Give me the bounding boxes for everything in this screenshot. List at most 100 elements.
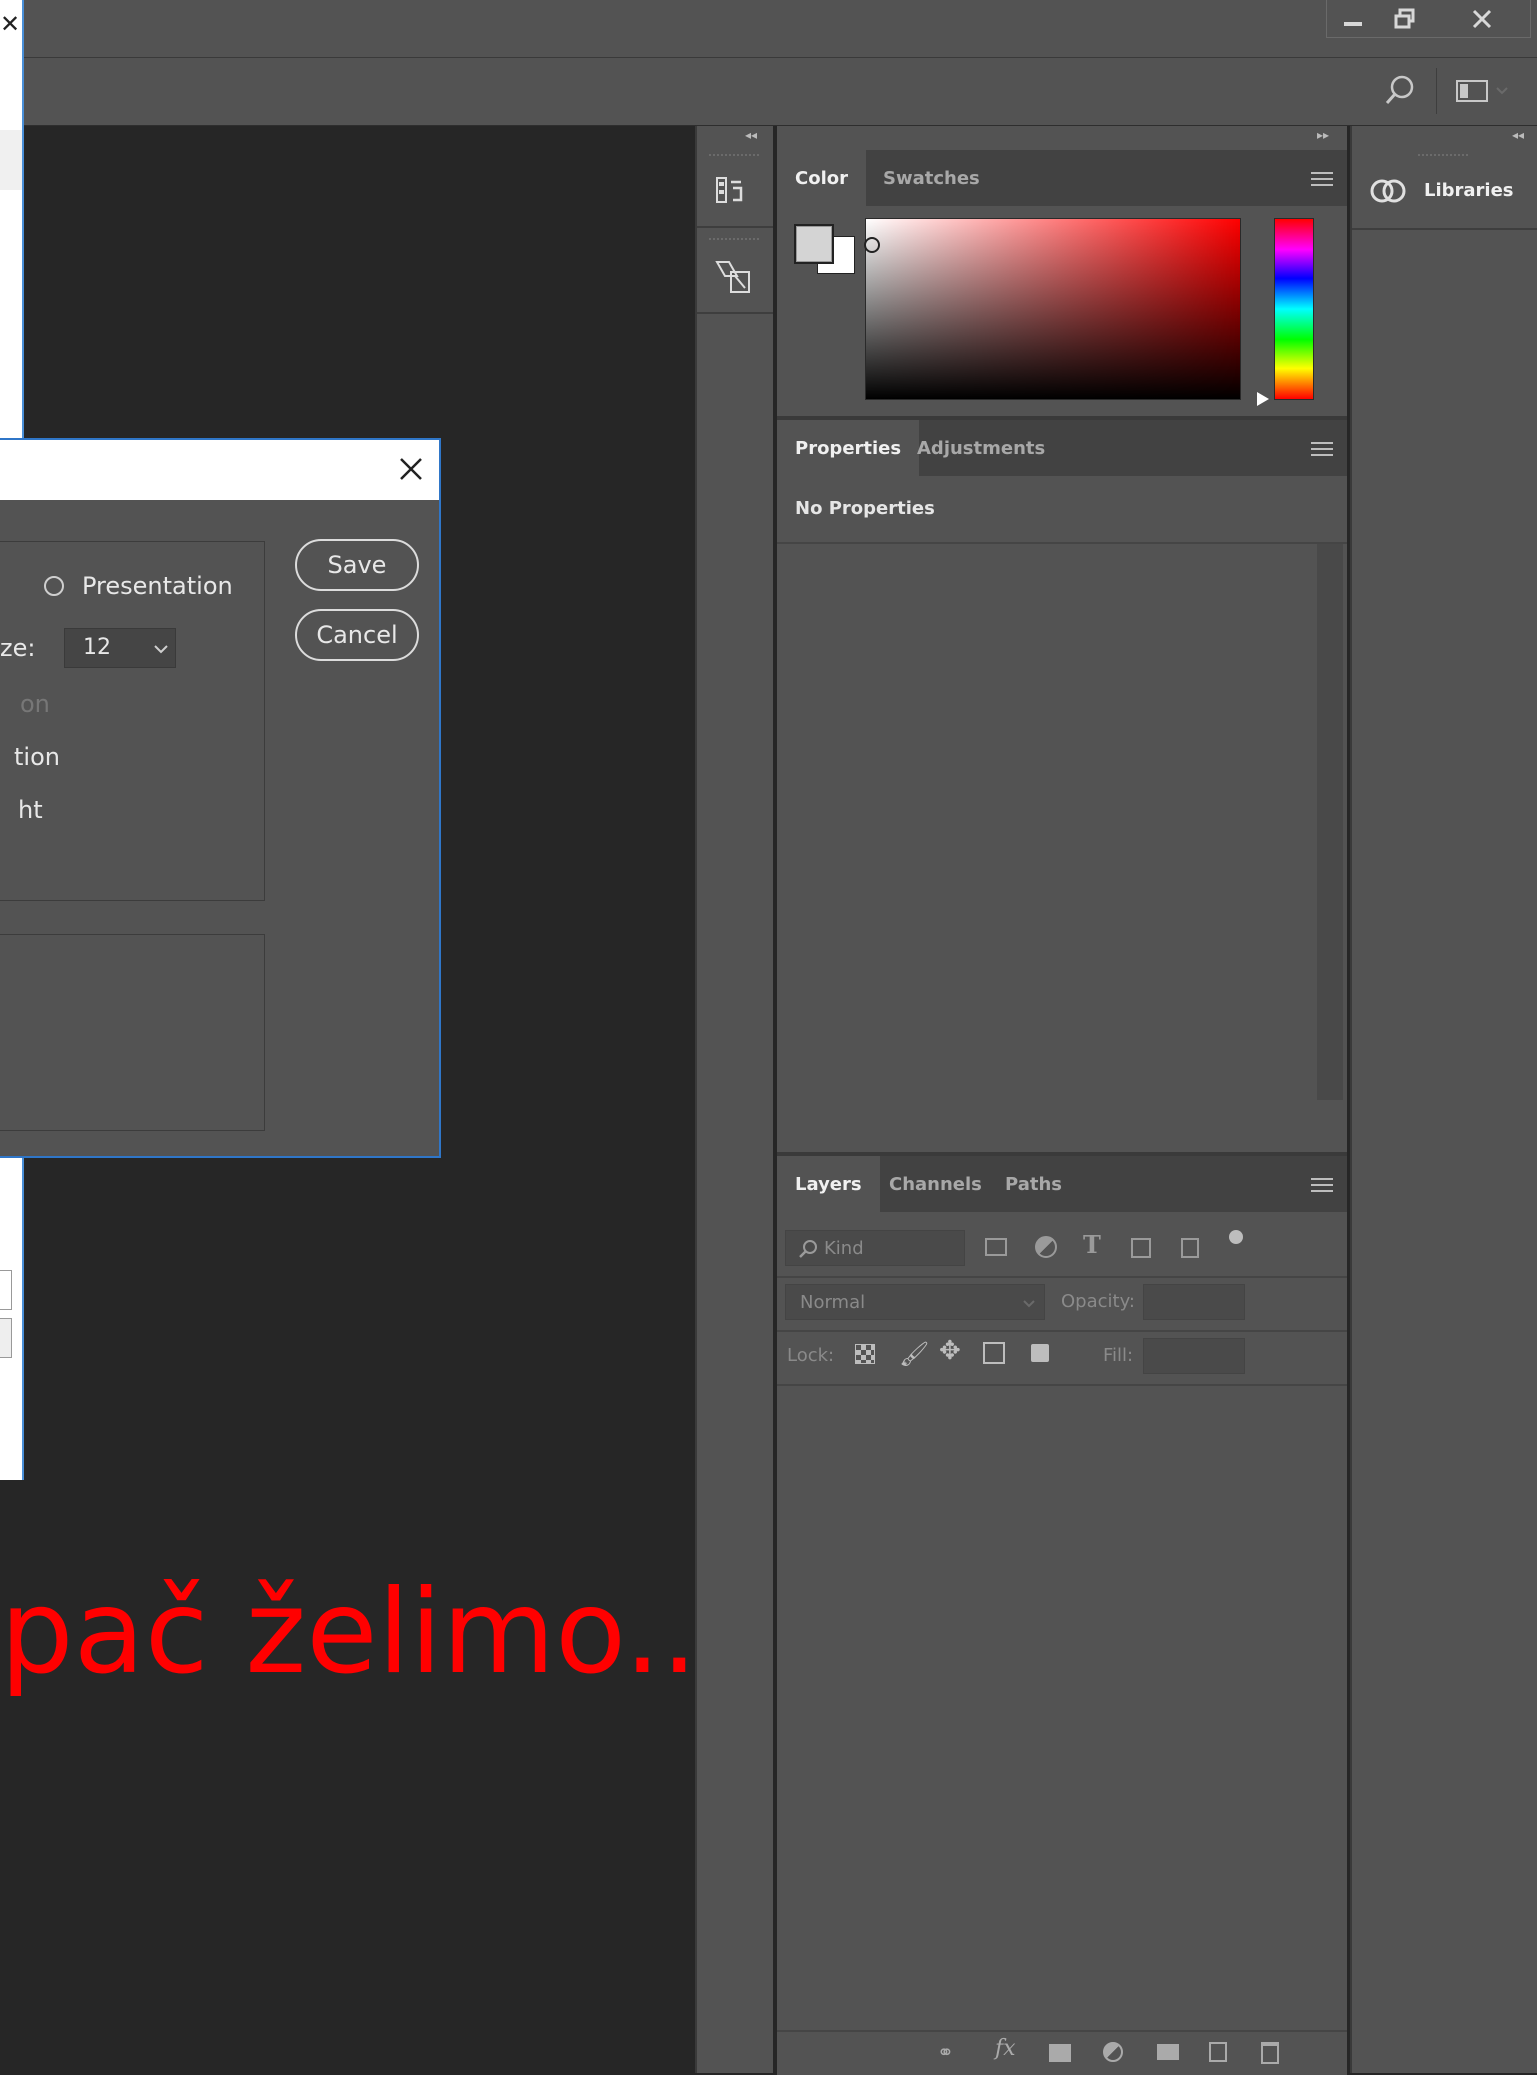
chevron-down-icon	[154, 645, 168, 654]
tab-properties[interactable]: Properties	[777, 420, 920, 476]
opacity-input[interactable]	[1143, 1284, 1245, 1320]
adjustment-layer-icon[interactable]	[1103, 2042, 1123, 2062]
strip-divider	[697, 312, 773, 314]
presentation-label: Presentation	[82, 572, 233, 600]
background-window-field[interactable]	[0, 1270, 12, 1310]
collapse-arrows-icon[interactable]: ◂◂	[1512, 128, 1524, 142]
restore-button[interactable]	[1380, 0, 1430, 38]
layers-panel-menu-icon[interactable]	[1311, 1178, 1333, 1192]
lock-label: Lock:	[787, 1345, 835, 1366]
options-divider	[1436, 68, 1437, 114]
preview-group	[0, 934, 265, 1131]
collapse-arrows-icon[interactable]: ◂◂	[745, 128, 757, 142]
hue-slider[interactable]	[1274, 218, 1314, 400]
disabled-option: on	[20, 690, 50, 718]
presentation-radio[interactable]	[44, 576, 64, 596]
cancel-button[interactable]: Cancel	[295, 609, 419, 661]
app-titlebar	[0, 0, 1537, 58]
layer-filter-value: Kind	[824, 1238, 864, 1259]
tab-channels[interactable]: Channels	[871, 1156, 1000, 1212]
panel-dock: ▸▸ Color Swatches Properties Adjustments…	[777, 126, 1347, 2075]
libraries-button[interactable]: Libraries	[1352, 166, 1537, 218]
tab-layers[interactable]: Layers	[777, 1156, 880, 1212]
collapsed-panel-strip: ◂◂	[695, 126, 773, 2073]
dialog-titlebar	[0, 440, 439, 500]
lock-image-icon[interactable]: 🖌	[899, 1340, 929, 1368]
blend-mode-select[interactable]: Normal	[785, 1284, 1045, 1320]
close-icon	[1472, 9, 1492, 29]
size-select[interactable]: 12	[64, 628, 176, 668]
layers-divider	[777, 1330, 1347, 1332]
save-button[interactable]: Save	[295, 539, 419, 591]
filter-adjustment-icon[interactable]	[1035, 1236, 1057, 1258]
tab-adjustments[interactable]: Adjustments	[899, 420, 1063, 476]
fill-input[interactable]	[1143, 1338, 1245, 1374]
libraries-strip: ◂◂ Libraries	[1350, 126, 1537, 2073]
lock-all-icon[interactable]	[1031, 1344, 1049, 1362]
export-dialog: Presentation ze: 12 on tion ht Save Canc…	[0, 438, 441, 1158]
properties-scrollbar[interactable]	[1317, 544, 1343, 1100]
fill-label: Fill:	[1103, 1345, 1134, 1366]
option-label[interactable]: ht	[18, 796, 43, 824]
filter-pixel-icon[interactable]	[985, 1238, 1007, 1256]
background-window-close-icon[interactable]: ✕	[0, 10, 20, 38]
options-bar	[0, 58, 1537, 126]
size-select-value: 12	[83, 635, 111, 660]
color-panel-menu-icon[interactable]	[1311, 172, 1333, 186]
lock-transparent-icon[interactable]	[855, 1344, 875, 1364]
lock-position-icon[interactable]: ✥	[939, 1336, 961, 1366]
mask-icon[interactable]	[1049, 2044, 1071, 2062]
trash-icon[interactable]	[1261, 2042, 1279, 2064]
properties-panel-menu-icon[interactable]	[1311, 442, 1333, 456]
minimize-icon	[1344, 22, 1362, 26]
filter-type-icon[interactable]: T	[1083, 1230, 1101, 1259]
creative-cloud-icon	[1370, 179, 1406, 203]
folder-icon[interactable]	[1157, 2044, 1179, 2060]
background-window-field[interactable]	[0, 1318, 12, 1358]
color-field[interactable]	[864, 218, 1241, 400]
canvas-text-layer[interactable]: pač želimo...	[0, 1565, 735, 1700]
layers-panel-header: Layers Channels Paths	[777, 1156, 1347, 1212]
fx-icon[interactable]: fx	[995, 2036, 1016, 2061]
layers-list[interactable]	[777, 1384, 1347, 2040]
tab-swatches[interactable]: Swatches	[865, 150, 998, 206]
expand-arrows-icon[interactable]: ▸▸	[1317, 128, 1329, 142]
option-label[interactable]: tion	[14, 743, 60, 771]
color-field-picker-icon	[864, 237, 880, 253]
minimize-button[interactable]	[1328, 0, 1378, 38]
chevron-down-icon	[1023, 1300, 1035, 1308]
strip-divider	[697, 226, 773, 228]
opacity-label: Opacity:	[1061, 1291, 1135, 1312]
strip-grip	[709, 238, 759, 244]
close-window-button[interactable]	[1432, 0, 1532, 38]
search-icon	[1385, 75, 1414, 104]
tab-color[interactable]: Color	[777, 150, 866, 206]
search-button[interactable]	[1382, 72, 1422, 112]
lock-artboard-icon[interactable]	[983, 1342, 1005, 1364]
size-label: ze:	[0, 634, 36, 662]
dialog-close-button[interactable]	[390, 448, 432, 490]
properties-panel-header: Properties Adjustments	[777, 420, 1347, 476]
background-window-band	[0, 130, 22, 190]
tab-paths[interactable]: Paths	[987, 1156, 1080, 1212]
layer-filter-select[interactable]: Kind	[785, 1230, 965, 1266]
new-layer-icon[interactable]	[1209, 2042, 1227, 2062]
properties-divider	[777, 542, 1347, 544]
color-panel-header: Color Swatches	[777, 150, 1347, 206]
workspace-button[interactable]	[1452, 76, 1512, 106]
properties-content-label: No Properties	[795, 498, 935, 519]
strip-grip	[709, 154, 759, 160]
strip-grip	[1418, 154, 1468, 160]
filter-toggle-icon[interactable]	[1229, 1230, 1243, 1244]
filter-shape-icon[interactable]	[1131, 1238, 1151, 1258]
foreground-color-swatch[interactable]	[794, 224, 834, 264]
workspace-icon	[1456, 80, 1508, 102]
hue-slider-handle-icon[interactable]	[1257, 392, 1269, 406]
layers-divider	[777, 1276, 1347, 1278]
search-icon	[799, 1240, 817, 1258]
history-button[interactable]	[711, 172, 757, 216]
filter-smartobject-icon[interactable]	[1181, 1238, 1199, 1258]
properties-toggle-button[interactable]	[711, 254, 761, 304]
link-layers-icon[interactable]: ⚭	[937, 2040, 954, 2064]
properties-icon	[715, 261, 750, 293]
